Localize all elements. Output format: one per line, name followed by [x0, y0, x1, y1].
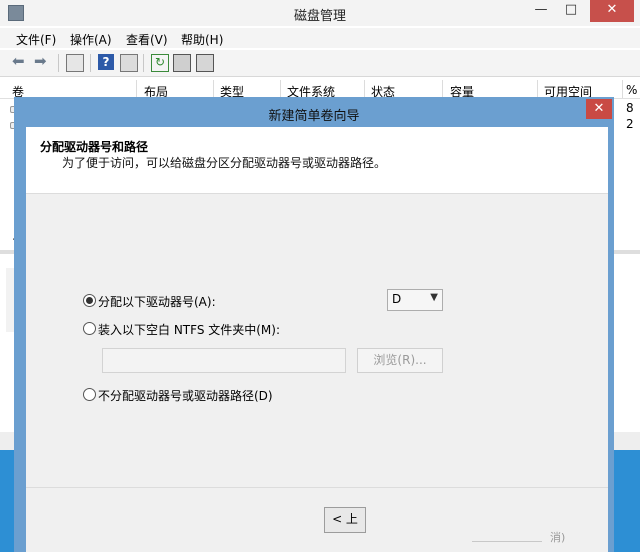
column-separator [537, 80, 538, 98]
next-button-border [472, 541, 542, 542]
assign-letter-label[interactable]: 分配以下驱动器号(A): [98, 293, 216, 310]
next-button-fragment[interactable]: 消) [472, 527, 572, 549]
menu-file[interactable]: 文件(F) [16, 31, 56, 48]
browse-button[interactable]: 浏览(R)... [357, 348, 443, 373]
mount-folder-radio[interactable] [83, 322, 96, 335]
column-separator [213, 80, 214, 98]
menu-help[interactable]: 帮助(H) [181, 31, 223, 48]
row-fragment: 8 [626, 101, 634, 115]
minimize-button[interactable]: — [526, 0, 556, 22]
wizard-title-bar: 新建简单卷向导 ✕ [14, 97, 614, 127]
help-icon[interactable]: ? [98, 54, 114, 70]
assign-letter-radio[interactable] [83, 294, 96, 307]
menu-action[interactable]: 操作(A) [70, 31, 112, 48]
mount-folder-label[interactable]: 装入以下空白 NTFS 文件夹中(M): [98, 321, 280, 338]
properties-icon[interactable] [120, 54, 138, 72]
row-fragment: 2 [626, 117, 634, 131]
drive-letter-value: D [392, 292, 402, 306]
wizard-close-button[interactable]: ✕ [586, 99, 612, 119]
column-separator [364, 80, 365, 98]
maximize-button[interactable]: □ [556, 0, 586, 22]
export-icon[interactable] [196, 54, 214, 72]
settings-icon[interactable] [173, 54, 191, 72]
toolbar-separator [58, 54, 59, 72]
toolbar-separator [90, 54, 91, 72]
column-separator [136, 80, 137, 98]
wizard-body: 分配驱动器号和路径 为了便于访问，可以给磁盘分区分配驱动器号或驱动器路径。 分配… [26, 127, 608, 552]
list-view-icon[interactable] [66, 54, 84, 72]
column-separator [622, 80, 623, 98]
column-separator [280, 80, 281, 98]
menu-view[interactable]: 查看(V) [126, 31, 168, 48]
refresh-icon[interactable]: ↻ [151, 54, 169, 72]
no-assign-radio[interactable] [83, 388, 96, 401]
menu-bar: 文件(F) 操作(A) 查看(V) 帮助(H) [0, 28, 640, 48]
wizard-title: 新建简单卷向导 [268, 109, 360, 124]
back-arrow-icon[interactable]: ⬅ [12, 54, 28, 70]
column-percent[interactable]: % [626, 83, 637, 97]
back-button[interactable]: < 上 [324, 507, 366, 533]
no-assign-label[interactable]: 不分配驱动器号或驱动器路径(D) [98, 387, 273, 404]
title-bar: 磁盘管理 — □ ✕ [0, 0, 640, 26]
close-button[interactable]: ✕ [590, 0, 634, 22]
forward-arrow-icon[interactable]: ➡ [34, 54, 50, 70]
column-separator [442, 80, 443, 98]
toolbar: ⬅ ➡ ? ↻ [0, 50, 640, 77]
chevron-down-icon: ▼ [430, 292, 438, 303]
next-button-fragment-text: 消) [550, 531, 566, 544]
button-area-divider [26, 487, 608, 488]
folder-path-input[interactable] [102, 348, 346, 373]
drive-letter-dropdown[interactable]: D ▼ [387, 289, 443, 311]
page-heading: 分配驱动器号和路径 [40, 140, 149, 154]
new-simple-volume-wizard: 新建简单卷向导 ✕ 分配驱动器号和路径 为了便于访问，可以给磁盘分区分配驱动器号… [14, 97, 614, 552]
wizard-header: 分配驱动器号和路径 为了便于访问，可以给磁盘分区分配驱动器号或驱动器路径。 [26, 127, 608, 194]
toolbar-separator [143, 54, 144, 72]
page-description: 为了便于访问，可以给磁盘分区分配驱动器号或驱动器路径。 [62, 156, 387, 170]
